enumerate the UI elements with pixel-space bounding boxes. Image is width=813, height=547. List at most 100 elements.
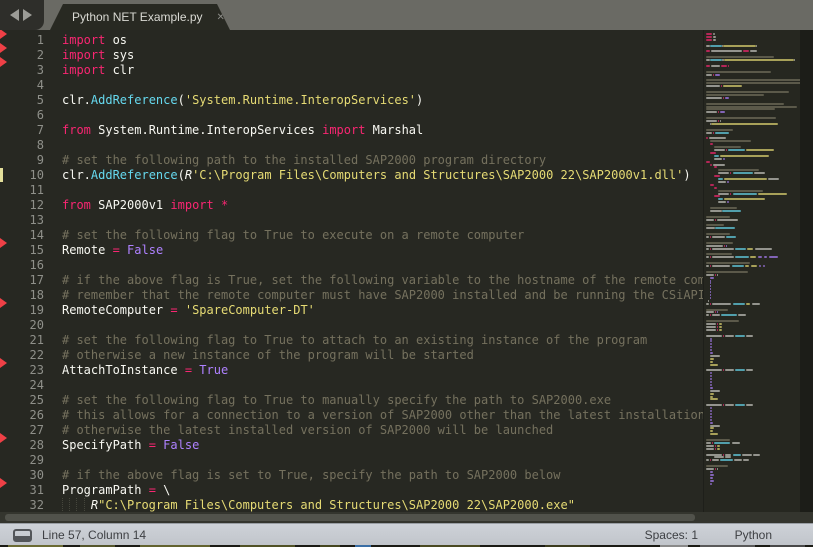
code-line[interactable]: 22# otherwise a new instance of the prog… <box>0 348 813 363</box>
minimap-line <box>723 335 724 337</box>
token: # remember that the remote computer must… <box>62 288 784 302</box>
minimap-line <box>715 311 716 313</box>
code-line[interactable]: 18# remember that the remote computer mu… <box>0 288 813 303</box>
minimap[interactable] <box>703 30 800 512</box>
syntax-mode[interactable]: Python <box>735 528 772 542</box>
code-line[interactable]: 27# otherwise the latest installed versi… <box>0 423 813 438</box>
minimap-line <box>706 323 716 325</box>
minimap-line <box>710 416 712 418</box>
vertical-scrollbar[interactable] <box>800 30 813 512</box>
code-line[interactable]: 7from System.Runtime.InteropServices imp… <box>0 123 813 138</box>
minimap-line <box>706 50 710 52</box>
code-line[interactable]: 5clr.AddReference('System.Runtime.Intero… <box>0 93 813 108</box>
code-line[interactable]: 16 <box>0 258 813 273</box>
code-line[interactable]: 29 <box>0 453 813 468</box>
back-arrow-icon[interactable] <box>10 9 19 21</box>
token <box>214 198 221 212</box>
minimap-line <box>746 335 753 337</box>
window-icon[interactable] <box>13 529 32 542</box>
minimap-line <box>759 265 761 267</box>
minimap-line <box>720 111 725 113</box>
code-line[interactable]: 3import clr <box>0 63 813 78</box>
forward-arrow-icon[interactable] <box>23 9 32 21</box>
minimap-line <box>710 265 711 267</box>
code-line[interactable]: 11 <box>0 183 813 198</box>
code-line[interactable]: 1import os <box>0 33 813 48</box>
minimap-line <box>710 372 712 374</box>
minimap-line <box>712 248 733 250</box>
code-line[interactable]: 30# if the above flag is set to True, sp… <box>0 468 813 483</box>
token: clr. <box>62 168 91 182</box>
code-text: clr.AddReference(R'C:\Program Files\Comp… <box>62 168 691 183</box>
indent-setting[interactable]: Spaces: 1 <box>645 528 698 542</box>
code-line[interactable]: 23AttachToInstance = True <box>0 363 813 378</box>
minimap-line <box>710 207 737 209</box>
line-number: 25 <box>0 393 44 408</box>
token: * <box>221 198 228 212</box>
code-line[interactable]: 20 <box>0 318 813 333</box>
minimap-line <box>712 303 731 305</box>
code-text: import clr <box>62 63 134 78</box>
minimap-line <box>723 369 724 371</box>
minimap-line <box>726 149 727 151</box>
minimap-line <box>742 454 752 456</box>
minimap-line <box>706 219 714 221</box>
code-line[interactable]: 12from SAP2000v1 import * <box>0 198 813 213</box>
minimap-line <box>706 91 789 93</box>
token: = <box>149 483 156 497</box>
minimap-line <box>714 146 741 148</box>
horizontal-scrollbar[interactable] <box>0 512 813 523</box>
code-line[interactable]: 13 <box>0 213 813 228</box>
code-line[interactable]: 10clr.AddReference(R'C:\Program Files\Co… <box>0 168 813 183</box>
minimap-line <box>746 369 753 371</box>
code-line[interactable]: 14# set the following flag to True to ex… <box>0 228 813 243</box>
minimap-line <box>706 253 732 255</box>
minimap-line <box>717 311 718 313</box>
code-line[interactable]: 21# set the following flag to True to at… <box>0 333 813 348</box>
code-text: # set the following flag to True to manu… <box>62 393 611 408</box>
code-line[interactable]: 28SpecifyPath = False <box>0 438 813 453</box>
horizontal-scrollbar-thumb[interactable] <box>5 514 695 521</box>
minimap-line <box>715 468 716 470</box>
minimap-line <box>718 111 719 113</box>
code-line[interactable]: 31ProgramPath = \ <box>0 483 813 498</box>
token: import <box>62 63 105 77</box>
token: 'System.Runtime.InteropServices' <box>185 93 416 107</box>
indent-guide <box>84 498 91 511</box>
token: = <box>149 438 156 452</box>
minimap-line <box>728 149 744 151</box>
code-line[interactable]: 32R"C:\Program Files\Computers and Struc… <box>0 498 813 512</box>
code-line[interactable]: 26# this allows for a connection to a ve… <box>0 408 813 423</box>
token: = <box>170 303 177 317</box>
code-text: AttachToInstance = True <box>62 363 228 378</box>
line-number: 13 <box>0 213 44 228</box>
minimap-line <box>734 459 742 461</box>
minimap-line <box>706 71 771 73</box>
minimap-line <box>733 172 753 174</box>
code-line[interactable]: 19RemoteComputer = 'SpareComputer-DT' <box>0 303 813 318</box>
close-tab-icon[interactable]: ✕ <box>217 12 225 23</box>
code-editor[interactable]: 1import os2import sys3import clr45clr.Ad… <box>0 30 813 512</box>
code-line[interactable]: 25 # set the following flag to True to ma… <box>0 393 813 408</box>
code-line[interactable]: 17# if the above flag is True, set the f… <box>0 273 813 288</box>
minimap-line <box>723 404 724 406</box>
code-line[interactable]: 9# set the following path to the install… <box>0 153 813 168</box>
token: ( <box>178 168 185 182</box>
tab-python-net-example[interactable]: Python NET Example.py ✕ <box>50 4 230 30</box>
code-line[interactable]: 4 <box>0 78 813 93</box>
minimap-line <box>720 459 732 461</box>
minimap-line <box>710 355 720 357</box>
code-text: clr.AddReference('System.Runtime.Interop… <box>62 93 423 108</box>
code-line[interactable]: 6 <box>0 108 813 123</box>
code-line[interactable]: 15Remote = False <box>0 243 813 258</box>
token: # set the following path to the installe… <box>62 153 546 167</box>
code-line[interactable]: 2import sys <box>0 48 813 63</box>
code-line[interactable]: 8 <box>0 138 813 153</box>
token: from <box>62 123 91 137</box>
code-line[interactable]: 24 <box>0 378 813 393</box>
minimap-line <box>718 181 726 183</box>
token: "C:\Program Files\Computers and Structur… <box>98 498 575 512</box>
minimap-line <box>706 36 712 38</box>
minimap-line <box>732 442 740 444</box>
minimap-line <box>715 227 734 229</box>
